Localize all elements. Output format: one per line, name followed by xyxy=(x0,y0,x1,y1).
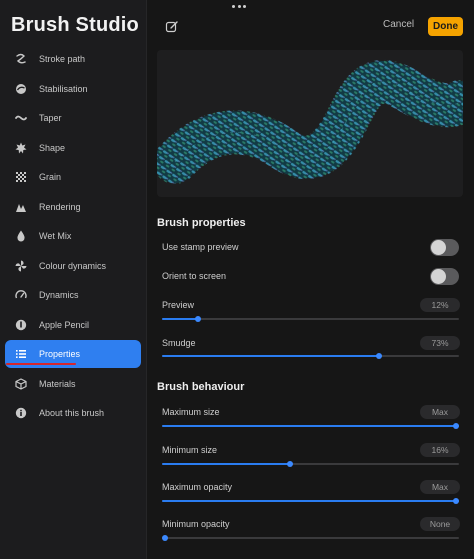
use-stamp-preview-toggle[interactable] xyxy=(430,239,459,256)
sidebar-item-label: Grain xyxy=(39,172,62,182)
brush-studio-window: Brush Studio Stroke path Stabilisation T… xyxy=(0,0,474,559)
sidebar-item-stabilisation[interactable]: Stabilisation xyxy=(5,75,141,103)
sidebar-item-label: Taper xyxy=(39,113,62,123)
sidebar-item-grain[interactable]: Grain xyxy=(5,163,141,191)
sidebar-item-label: Colour dynamics xyxy=(39,261,107,271)
brush-behaviour-heading: Brush behaviour xyxy=(157,381,245,393)
preview-value[interactable]: 12% xyxy=(420,298,460,312)
smudge-label: Smudge xyxy=(162,338,196,348)
sidebar-item-label: Rendering xyxy=(39,202,81,212)
sidebar-item-about-this-brush[interactable]: About this brush xyxy=(5,399,141,427)
minimum-opacity-slider[interactable] xyxy=(162,535,459,541)
sidebar-item-colour-dynamics[interactable]: Colour dynamics xyxy=(5,252,141,280)
cancel-button[interactable]: Cancel xyxy=(383,19,414,30)
orient-to-screen-label: Orient to screen xyxy=(162,271,227,281)
maximum-size-label: Maximum size xyxy=(162,407,220,417)
main-panel: Cancel Done Brush properties Use stamp p… xyxy=(147,0,474,559)
preview-label: Preview xyxy=(162,300,195,310)
taper-icon xyxy=(14,111,28,125)
minimum-size-value[interactable]: 16% xyxy=(420,443,460,457)
sidebar-item-label: Materials xyxy=(39,379,76,389)
drawing-pad-preview[interactable] xyxy=(157,50,463,197)
rendering-icon xyxy=(14,200,28,214)
orient-to-screen-toggle[interactable] xyxy=(430,268,459,285)
droplet-icon xyxy=(14,229,28,243)
smudge-value[interactable]: 73% xyxy=(420,336,460,350)
sidebar-item-apple-pencil[interactable]: Apple Pencil xyxy=(5,311,141,339)
sidebar: Brush Studio Stroke path Stabilisation T… xyxy=(0,0,147,559)
sidebar-item-label: Shape xyxy=(39,143,66,153)
maximum-size-value[interactable]: Max xyxy=(420,405,460,419)
gauge-icon xyxy=(14,288,28,302)
use-stamp-preview-label: Use stamp preview xyxy=(162,242,239,252)
maximum-size-slider[interactable] xyxy=(162,423,459,429)
preview-slider[interactable] xyxy=(162,316,459,322)
edit-icon[interactable] xyxy=(165,20,179,34)
shape-icon xyxy=(14,141,28,155)
sidebar-item-label: Stroke path xyxy=(39,54,86,64)
info-icon xyxy=(14,406,28,420)
maximum-opacity-slider[interactable] xyxy=(162,498,459,504)
more-options-handle-icon[interactable] xyxy=(232,5,246,9)
minimum-opacity-label: Minimum opacity xyxy=(162,519,230,529)
sidebar-item-label: Wet Mix xyxy=(39,231,72,241)
list-icon xyxy=(14,347,28,361)
grain-icon xyxy=(14,170,28,184)
brush-properties-heading: Brush properties xyxy=(157,217,246,229)
annotation-underline xyxy=(6,363,76,365)
sidebar-item-stroke-path[interactable]: Stroke path xyxy=(5,45,141,73)
sidebar-item-label: About this brush xyxy=(39,408,105,418)
sidebar-item-shape[interactable]: Shape xyxy=(5,134,141,162)
pencil-icon xyxy=(14,318,28,332)
sidebar-item-label: Properties xyxy=(39,349,81,359)
minimum-size-slider[interactable] xyxy=(162,461,459,467)
sidebar-item-label: Apple Pencil xyxy=(39,320,90,330)
sidebar-item-wet-mix[interactable]: Wet Mix xyxy=(5,222,141,250)
cube-icon xyxy=(14,377,28,391)
stabilisation-icon xyxy=(14,82,28,96)
maximum-opacity-label: Maximum opacity xyxy=(162,482,233,492)
maximum-opacity-value[interactable]: Max xyxy=(420,480,460,494)
sidebar-item-materials[interactable]: Materials xyxy=(5,370,141,398)
sidebar-item-dynamics[interactable]: Dynamics xyxy=(5,281,141,309)
done-button[interactable]: Done xyxy=(428,17,463,36)
sidebar-item-taper[interactable]: Taper xyxy=(5,104,141,132)
sidebar-item-label: Stabilisation xyxy=(39,84,88,94)
sidebar-title: Brush Studio xyxy=(11,14,139,36)
minimum-opacity-value[interactable]: None xyxy=(420,517,460,531)
minimum-size-label: Minimum size xyxy=(162,445,218,455)
colour-dynamics-icon xyxy=(14,259,28,273)
sidebar-item-label: Dynamics xyxy=(39,290,79,300)
smudge-slider[interactable] xyxy=(162,353,459,359)
sidebar-item-rendering[interactable]: Rendering xyxy=(5,193,141,221)
stroke-path-icon xyxy=(14,52,28,66)
